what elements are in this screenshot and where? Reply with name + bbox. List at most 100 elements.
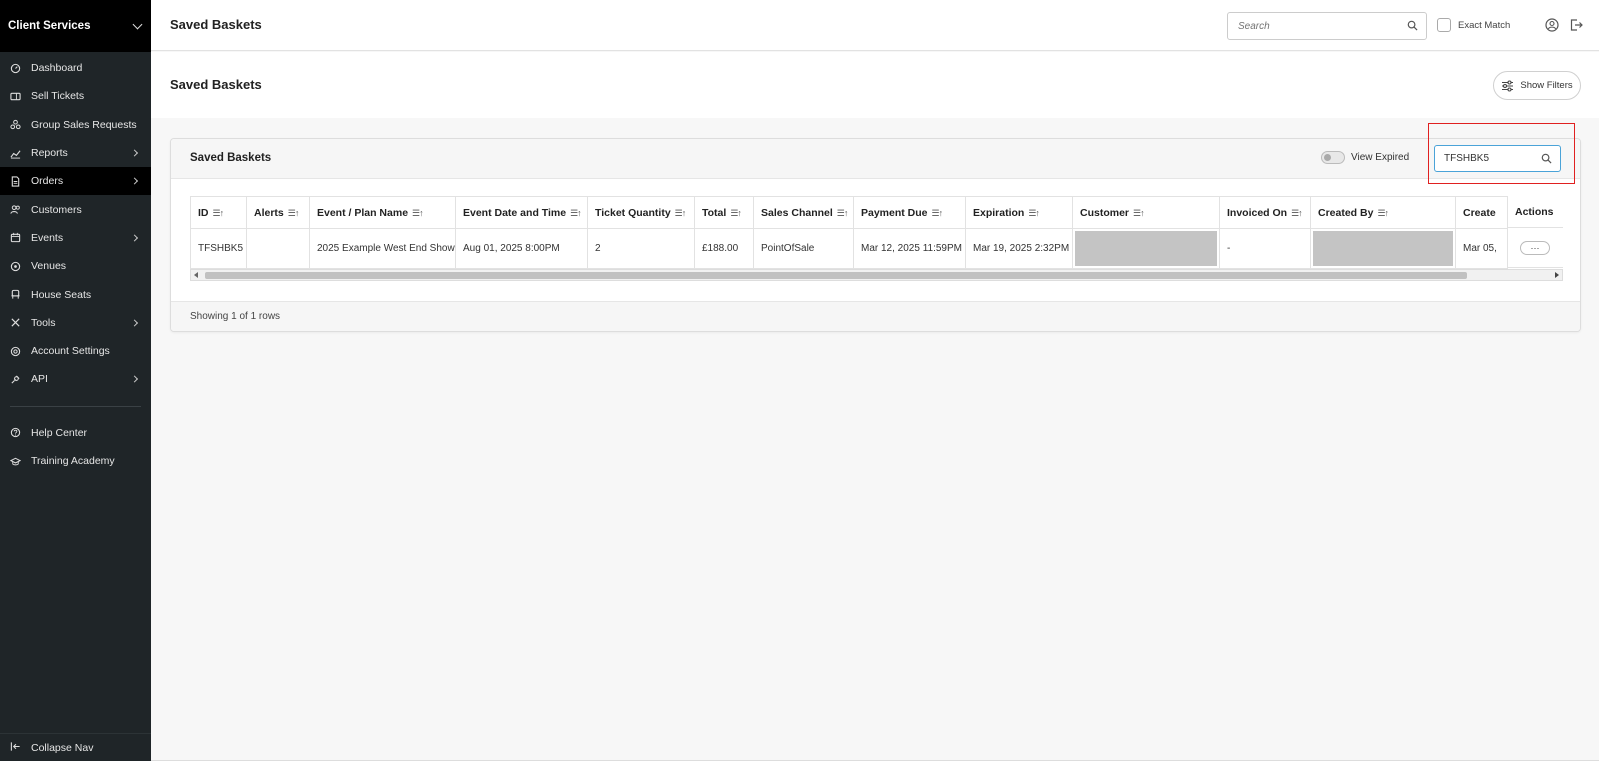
exact-match-checkbox[interactable] (1437, 18, 1451, 32)
sort-icon[interactable]: ☰↑ (730, 208, 742, 219)
scroll-right-arrow-icon[interactable] (1555, 272, 1559, 278)
column-header-sales-channel[interactable]: Sales Channel ☰↑ (753, 196, 854, 229)
chevron-right-icon (130, 177, 139, 185)
cell-actions: ··· (1508, 228, 1563, 268)
show-filters-label: Show Filters (1520, 80, 1573, 91)
global-search-input[interactable] (1228, 13, 1398, 39)
table-search (1434, 145, 1561, 172)
sidebar-item-tools[interactable]: Tools (0, 309, 151, 337)
cell-event: 2025 Example West End Show (309, 228, 456, 269)
sort-icon[interactable]: ☰↑ (1377, 208, 1389, 219)
sidebar-item-label: Sell Tickets (31, 90, 85, 103)
column-header-label: Expiration (973, 206, 1025, 219)
sort-icon[interactable]: ☰↑ (932, 208, 944, 219)
sidebar-item-sell-tickets[interactable]: Sell Tickets (0, 82, 151, 110)
sort-icon[interactable]: ☰↑ (1028, 208, 1040, 219)
table-row[interactable]: TFSHBK5 2025 Example West End Show Aug 0… (190, 228, 1563, 269)
sort-icon[interactable]: ☰↑ (412, 208, 424, 219)
column-header-event-date[interactable]: Event Date and Time ☰↑ (455, 196, 588, 229)
cell-expiration: Mar 19, 2025 2:32PM (965, 228, 1073, 269)
column-header-total[interactable]: Total ☰↑ (694, 196, 754, 229)
chevron-down-icon (132, 19, 143, 29)
column-header-id[interactable]: ID ☰↑ (190, 196, 247, 229)
sidebar-item-venues[interactable]: Venues (0, 252, 151, 280)
scrollbar-thumb[interactable] (205, 272, 1467, 279)
sidebar-item-label: Tools (31, 316, 56, 329)
sidebar-item-label: Training Academy (31, 455, 115, 467)
sidebar-item-group-sales[interactable]: Group Sales Requests (0, 111, 151, 139)
seat-icon (10, 289, 21, 300)
collapse-nav-button[interactable]: Collapse Nav (0, 733, 151, 761)
location-pin-icon (10, 261, 21, 272)
column-header-label: Event Date and Time (463, 206, 567, 219)
plug-icon (10, 374, 21, 385)
sidebar-item-reports[interactable]: Reports (0, 139, 151, 167)
scroll-left-arrow-icon[interactable] (194, 272, 198, 278)
view-expired-toggle[interactable]: View Expired (1321, 151, 1409, 164)
dashboard-icon (10, 63, 21, 74)
column-header-payment-due[interactable]: Payment Due ☰↑ (853, 196, 966, 229)
column-header-event[interactable]: Event / Plan Name ☰↑ (309, 196, 456, 229)
cell-sales-channel: PointOfSale (753, 228, 854, 269)
sidebar-item-label: Customers (31, 203, 82, 216)
sort-icon[interactable]: ☰↑ (1291, 208, 1303, 219)
card-header: Saved Baskets View Expired (171, 139, 1580, 179)
redacted-block (1075, 231, 1217, 266)
users-icon (10, 204, 21, 215)
actions-column: Actions ··· (1507, 196, 1563, 269)
sidebar-nav: Dashboard Sell Tickets Group Sales Reque… (0, 52, 151, 475)
cell-id: TFSHBK5 (190, 228, 247, 269)
search-icon[interactable] (1407, 20, 1418, 34)
sidebar-item-account-settings[interactable]: Account Settings (0, 337, 151, 365)
logout-icon[interactable] (1569, 18, 1583, 35)
search-icon[interactable] (1541, 153, 1552, 167)
sidebar-item-label: Group Sales Requests (31, 118, 137, 131)
cell-customer (1072, 228, 1220, 269)
sidebar-item-customers[interactable]: Customers (0, 195, 151, 223)
column-header-actions: Actions (1508, 196, 1563, 228)
sort-icon[interactable]: ☰↑ (1133, 208, 1145, 219)
column-header-label: Payment Due (861, 206, 928, 219)
column-header-customer[interactable]: Customer ☰↑ (1072, 196, 1220, 229)
table-header-row: ID ☰↑ Alerts ☰↑ Event / Plan Name ☰↑ Event … (190, 196, 1563, 229)
content-header: Saved Baskets Show Filters (151, 52, 1599, 118)
row-actions-button[interactable]: ··· (1520, 240, 1550, 255)
workspace-switcher[interactable]: Client Services (0, 0, 151, 52)
sidebar-item-events[interactable]: Events (0, 224, 151, 252)
sort-icon[interactable]: ☰↑ (570, 208, 582, 219)
filter-sliders-icon (1502, 79, 1514, 92)
sidebar-item-house-seats[interactable]: House Seats (0, 280, 151, 308)
table-search-input[interactable] (1435, 146, 1535, 171)
column-header-quantity[interactable]: Ticket Quantity ☰↑ (587, 196, 695, 229)
sidebar-item-label: Venues (31, 260, 67, 273)
cell-alerts (246, 228, 310, 269)
column-header-expiration[interactable]: Expiration ☰↑ (965, 196, 1073, 229)
sidebar-item-api[interactable]: API (0, 365, 151, 393)
calendar-icon (10, 232, 21, 243)
sort-icon[interactable]: ☰↑ (213, 208, 225, 219)
toggle-switch[interactable] (1321, 151, 1345, 164)
column-header-created-by[interactable]: Created By ☰↑ (1310, 196, 1456, 229)
page-title: Saved Baskets (170, 17, 262, 32)
exact-match-toggle[interactable]: Exact Match (1437, 18, 1510, 32)
sidebar-item-orders[interactable]: Orders (0, 167, 151, 196)
column-header-alerts[interactable]: Alerts ☰↑ (246, 196, 310, 229)
card-footer: Showing 1 of 1 rows (171, 301, 1580, 331)
column-header-label: Created By (1318, 206, 1374, 219)
horizontal-scrollbar[interactable] (190, 269, 1563, 281)
chevron-right-icon (130, 375, 139, 383)
sort-icon[interactable]: ☰↑ (837, 208, 849, 219)
column-header-invoiced-on[interactable]: Invoiced On ☰↑ (1219, 196, 1311, 229)
sidebar-item-dashboard[interactable]: Dashboard (0, 54, 151, 82)
tools-icon (10, 317, 21, 328)
sort-icon[interactable]: ☰↑ (288, 208, 300, 219)
top-bar: Saved Baskets Exact Match (151, 0, 1599, 51)
sidebar-item-label: Events (31, 231, 64, 244)
sidebar-item-help-center[interactable]: Help Center (0, 419, 151, 447)
chart-icon (10, 148, 21, 159)
show-filters-button[interactable]: Show Filters (1493, 71, 1581, 100)
cell-event-date: Aug 01, 2025 8:00PM (455, 228, 588, 269)
sort-icon[interactable]: ☰↑ (675, 208, 687, 219)
user-icon[interactable] (1545, 18, 1559, 35)
sidebar-item-training-academy[interactable]: Training Academy (0, 447, 151, 475)
